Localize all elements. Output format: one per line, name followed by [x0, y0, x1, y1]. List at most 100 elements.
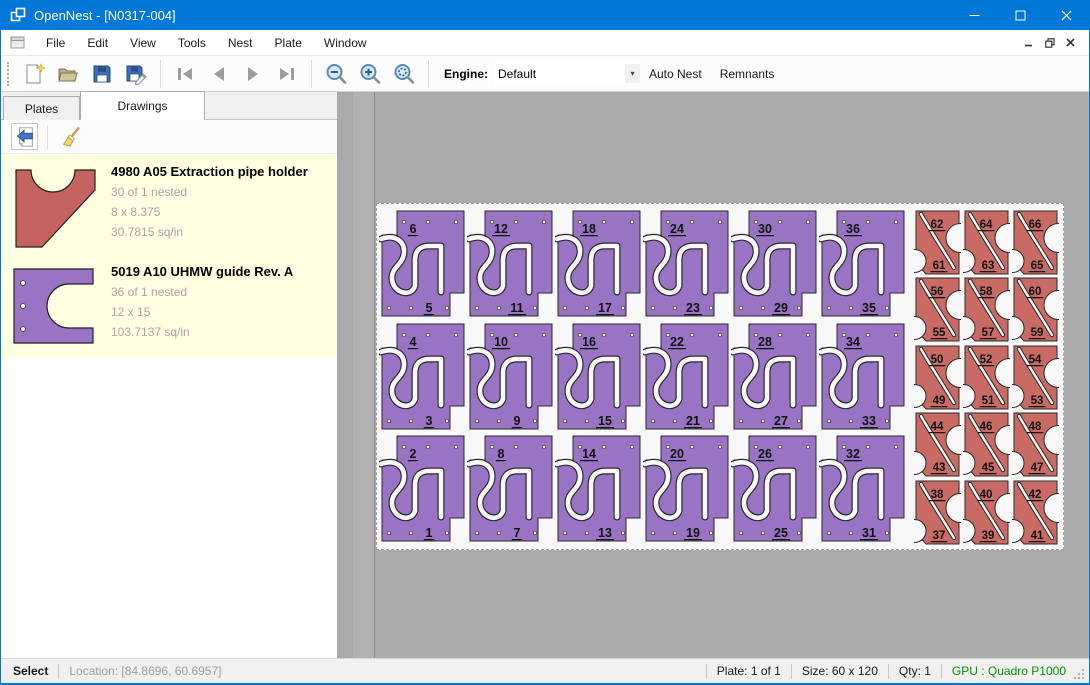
drawing-item[interactable]: 4980 A05 Extraction pipe holder 30 of 1 … [1, 158, 337, 258]
minimize-button[interactable] [951, 0, 997, 30]
nest-part-pair-55-56[interactable]: 5655 [914, 277, 961, 342]
svg-text:59: 59 [1031, 327, 1044, 339]
chevron-down-icon[interactable]: ▾ [625, 64, 640, 83]
panel-splitter[interactable] [337, 92, 353, 658]
nest-part-pair-47-48[interactable]: 4847 [1012, 412, 1059, 477]
nest-part-pair-15-16[interactable]: 1615 [555, 321, 643, 432]
menu-view[interactable]: View [119, 32, 167, 54]
mdi-minimize-button[interactable] [1018, 34, 1039, 52]
zoom-out-button[interactable] [321, 59, 351, 89]
nest-part-pair-29-30[interactable]: 3029 [731, 208, 819, 319]
nest-part-pair-61-62[interactable]: 62 61 [914, 210, 961, 275]
nest-part-pair-49-50[interactable]: 5049 [914, 345, 961, 410]
drawing-nested: 30 of 1 nested [111, 182, 331, 202]
svg-text:21: 21 [686, 414, 700, 428]
toolbar-grip[interactable] [7, 62, 11, 86]
svg-text:53: 53 [1031, 395, 1044, 407]
nest-part-pair-43-44[interactable]: 4443 [914, 412, 961, 477]
svg-text:2: 2 [410, 447, 417, 461]
panel-toolbar-separator [47, 125, 48, 149]
nest-part-pair-33-34[interactable]: 3433 [819, 321, 907, 432]
nest-part-pair-7-8[interactable]: 87 [467, 433, 555, 544]
title-bar: OpenNest - [N0317-004] [1, 0, 1089, 30]
nest-part-pair-21-22[interactable]: 2221 [643, 321, 731, 432]
menu-window[interactable]: Window [313, 32, 378, 54]
close-button[interactable] [1043, 0, 1089, 30]
nest-part-pair-25-26[interactable]: 2625 [731, 433, 819, 544]
next-plate-button[interactable] [238, 59, 268, 89]
svg-text:27: 27 [774, 414, 788, 428]
svg-text:26: 26 [758, 447, 772, 461]
nest-part-pair-53-54[interactable]: 5453 [1012, 345, 1059, 410]
clear-drawings-button[interactable] [58, 123, 85, 150]
tab-plates[interactable]: Plates [3, 96, 80, 120]
new-file-button[interactable] [19, 59, 49, 89]
nest-part-pair-27-28[interactable]: 2827 [731, 321, 819, 432]
nest-part-pair-57-58[interactable]: 5857 [963, 277, 1010, 342]
mdi-document-icon[interactable] [10, 36, 25, 49]
resize-grip[interactable] [1072, 667, 1086, 681]
svg-text:46: 46 [980, 421, 993, 433]
nest-part-pair-45-46[interactable]: 4645 [963, 412, 1010, 477]
nest-part-pair-19-20[interactable]: 2019 [643, 433, 731, 544]
svg-text:12: 12 [494, 222, 508, 236]
nest-part-pair-23-24[interactable]: 2423 [643, 208, 731, 319]
svg-text:4: 4 [410, 335, 417, 349]
menu-bar: File Edit View Tools Nest Plate Window [1, 30, 1089, 56]
drawings-toolbar [1, 120, 337, 154]
nest-part-pair-65-66[interactable]: 6665 [1012, 210, 1059, 275]
nest-part-pair-35-36[interactable]: 3635 [819, 208, 907, 319]
nest-part-pair-11-12[interactable]: 1211 [467, 208, 555, 319]
nest-part-pair-37-38[interactable]: 3837 [914, 480, 961, 545]
menu-plate[interactable]: Plate [264, 32, 313, 54]
zoom-in-button[interactable] [355, 59, 385, 89]
svg-text:62: 62 [931, 219, 944, 231]
last-plate-button[interactable] [272, 59, 302, 89]
menu-tools[interactable]: Tools [167, 32, 217, 54]
status-separator [888, 664, 889, 679]
return-drawing-button[interactable] [11, 123, 38, 150]
menu-nest[interactable]: Nest [217, 32, 264, 54]
open-file-button[interactable] [53, 59, 83, 89]
mdi-restore-button[interactable] [1039, 34, 1060, 52]
nest-part-pair-9-10[interactable]: 109 [467, 321, 555, 432]
plate[interactable]: 6512111817242330293635431091615222128273… [376, 203, 1064, 550]
nest-canvas[interactable]: 6512111817242330293635431091615222128273… [353, 92, 1089, 658]
nest-part-pair-13-14[interactable]: 1413 [555, 433, 643, 544]
menu-file[interactable]: File [35, 32, 76, 54]
nest-part-pair-63-64[interactable]: 6463 [963, 210, 1010, 275]
drawing-list: 4980 A05 Extraction pipe holder 30 of 1 … [1, 154, 337, 358]
nest-part-pair-39-40[interactable]: 4039 [963, 480, 1010, 545]
svg-text:48: 48 [1029, 421, 1042, 433]
auto-nest-button[interactable]: Auto Nest [640, 61, 711, 87]
save-as-button[interactable] [121, 59, 151, 89]
nest-part-pair-3-4[interactable]: 43 [379, 321, 467, 432]
nest-part-pair-41-42[interactable]: 4241 [1012, 480, 1059, 545]
svg-text:32: 32 [846, 447, 860, 461]
nest-part-pair-5-6[interactable]: 65 [379, 208, 467, 319]
status-mode: Select [13, 664, 48, 678]
drawing-item[interactable]: 5019 A10 UHMW guide Rev. A 36 of 1 neste… [1, 258, 337, 352]
save-button[interactable] [87, 59, 117, 89]
menu-edit[interactable]: Edit [76, 32, 119, 54]
previous-plate-button[interactable] [204, 59, 234, 89]
maximize-button[interactable] [997, 0, 1043, 30]
tab-plates-label: Plates [25, 102, 58, 116]
nest-part-pair-17-18[interactable]: 1817 [555, 208, 643, 319]
svg-text:61: 61 [933, 260, 946, 272]
zoom-extents-button[interactable] [389, 59, 419, 89]
svg-text:58: 58 [980, 286, 993, 298]
nest-part-pair-51-52[interactable]: 5251 [963, 345, 1010, 410]
remnants-button[interactable]: Remnants [711, 61, 784, 87]
nest-part-pair-59-60[interactable]: 6059 [1012, 277, 1059, 342]
nest-part-pair-1-2[interactable]: 21 [379, 433, 467, 544]
first-plate-button[interactable] [170, 59, 200, 89]
engine-dropdown[interactable]: Default ▾ [494, 63, 640, 85]
tab-drawings[interactable]: Drawings [80, 91, 205, 120]
svg-text:50: 50 [931, 354, 944, 366]
svg-text:31: 31 [862, 526, 876, 540]
svg-text:7: 7 [514, 526, 521, 540]
nest-part-pair-31-32[interactable]: 32 31 [819, 433, 907, 544]
drawing-nested: 36 of 1 nested [111, 282, 331, 302]
mdi-close-button[interactable] [1060, 34, 1081, 52]
